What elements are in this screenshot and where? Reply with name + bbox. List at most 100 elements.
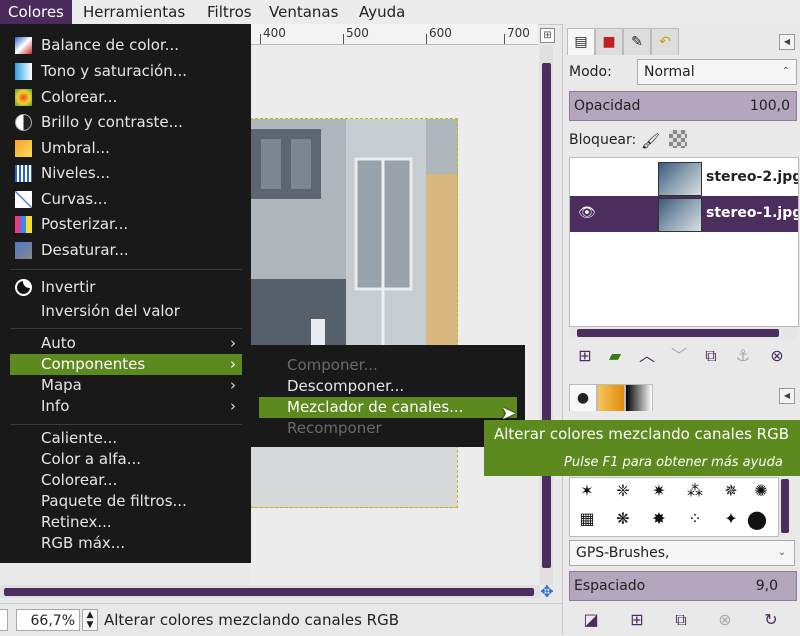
- layer-row[interactable]: stereo-2.jpg: [570, 160, 798, 196]
- raise-layer-icon[interactable]: ︿: [635, 344, 659, 368]
- menu-separator: [10, 269, 242, 270]
- mouse-pointer-icon: ➤: [501, 403, 517, 424]
- submenu-item-compose[interactable]: Componer...: [259, 355, 517, 376]
- menu-filtros[interactable]: Filtros: [199, 0, 260, 24]
- lock-alpha-icon[interactable]: [669, 130, 687, 148]
- horizontal-ruler: 400 500 600 700: [250, 24, 538, 45]
- layers-dock: ▤ ■ ✎ ↶ ◀ Modo: Normal ⌃⌄ Opacidad 100,0…: [562, 24, 800, 635]
- menu-colores[interactable]: Colores: [0, 0, 72, 24]
- new-brush-icon[interactable]: ⊞: [625, 608, 649, 632]
- menu-item-color-to-alpha[interactable]: Color a alfa...: [10, 449, 242, 470]
- lock-pixels-icon[interactable]: 🖌: [641, 132, 660, 150]
- menu-item-desaturate[interactable]: Desaturar...: [10, 240, 242, 261]
- menu-item-info[interactable]: Info ›: [10, 396, 242, 417]
- move-icon[interactable]: ✥: [539, 584, 555, 600]
- brush-item-selected[interactable]: ●: [742, 506, 772, 532]
- duplicate-layer-icon[interactable]: ⧉: [699, 344, 723, 368]
- edit-brush-icon[interactable]: ◪: [579, 608, 603, 632]
- mode-select[interactable]: Normal ⌃⌄: [637, 59, 797, 101]
- lower-layer-icon[interactable]: ﹀: [667, 344, 691, 368]
- menu-item-componentes[interactable]: Componentes ›: [10, 354, 242, 375]
- scroll-thumb[interactable]: [542, 63, 551, 568]
- new-layer-group-icon[interactable]: ▰: [603, 344, 627, 368]
- submenu-item-recompose[interactable]: Recomponer: [259, 418, 517, 439]
- brushes-grid[interactable]: ✶ ❈ ✷ ⁂ ✵ ✺ ▦ ❋ ✸ ⁘ ✦ ●: [569, 477, 779, 537]
- scroll-thumb[interactable]: [577, 329, 779, 337]
- brush-item[interactable]: ⁘: [680, 506, 710, 532]
- opacity-slider[interactable]: Opacidad 100,0: [569, 91, 797, 121]
- navigate-icon[interactable]: ⊞: [540, 28, 555, 43]
- image-canvas[interactable]: [250, 118, 458, 508]
- menu-item-curves[interactable]: Curvas...: [10, 189, 242, 210]
- new-layer-icon[interactable]: ⊞: [573, 344, 597, 368]
- refresh-brushes-icon[interactable]: ↻: [759, 608, 783, 632]
- brush-item[interactable]: ❋: [608, 506, 638, 532]
- submenu-item-decompose[interactable]: Descomponer...: [259, 376, 517, 397]
- anchor-layer-icon[interactable]: ⚓: [731, 344, 755, 368]
- colorize-icon: [15, 89, 32, 106]
- menu-item-posterize[interactable]: Posterizar...: [10, 214, 242, 235]
- menu-item-invert[interactable]: Invertir: [10, 277, 242, 298]
- zoom-dropdown-icon[interactable]: ▲ ▼: [82, 609, 98, 631]
- delete-layer-icon[interactable]: ⊗: [765, 344, 789, 368]
- curves-icon: [15, 191, 32, 208]
- menu-herramientas[interactable]: Herramientas: [75, 0, 193, 24]
- dock-menu-icon[interactable]: ◀: [779, 34, 795, 50]
- menu-item-hue-saturation[interactable]: Tono y saturación...: [10, 61, 242, 82]
- menu-item-value-invert[interactable]: Inversión del valor: [10, 301, 242, 322]
- menu-item-colorize[interactable]: Colorear...: [10, 87, 242, 108]
- menu-item-filter-pack[interactable]: Paquete de filtros...: [10, 491, 242, 512]
- brushes-scrollbar[interactable]: [779, 477, 791, 535]
- delete-brush-icon[interactable]: ⊗: [713, 608, 737, 632]
- ruler-tick: [260, 34, 261, 44]
- menu-item-color-balance[interactable]: Balance de color...: [10, 35, 242, 56]
- layer-name[interactable]: stereo-1.jpg: [706, 205, 798, 221]
- brush-item[interactable]: ✸: [644, 506, 674, 532]
- scroll-thumb[interactable]: [4, 588, 534, 596]
- brush-item[interactable]: ❈: [608, 478, 638, 504]
- menu-item-caliente[interactable]: Caliente...: [10, 428, 242, 449]
- brushes-tab-icon[interactable]: ●: [569, 384, 597, 411]
- layer-name[interactable]: stereo-2.jpg: [706, 169, 798, 185]
- menu-item-mapa[interactable]: Mapa ›: [10, 375, 242, 396]
- menu-item-max-rgb[interactable]: RGB máx...: [10, 533, 242, 554]
- spacing-slider[interactable]: Espaciado 9,0: [569, 571, 797, 601]
- submenu-item-channel-mixer[interactable]: Mezclador de canales...: [259, 397, 517, 418]
- brush-item[interactable]: ✷: [644, 478, 674, 504]
- menu-item-levels[interactable]: Niveles...: [10, 163, 242, 184]
- unit-box[interactable]: [0, 609, 8, 631]
- brush-item[interactable]: ✺: [746, 478, 776, 504]
- menu-ventanas[interactable]: Ventanas: [261, 0, 346, 24]
- brush-set-select[interactable]: GPS-Brushes, ⌄: [569, 540, 795, 566]
- brush-item[interactable]: ✵: [716, 478, 746, 504]
- brush-item[interactable]: ✶: [572, 478, 602, 504]
- eye-icon[interactable]: 👁: [578, 205, 596, 221]
- menu-item-colorear[interactable]: Colorear...: [10, 470, 242, 491]
- menu-item-auto[interactable]: Auto ›: [10, 333, 242, 354]
- dock-menu-icon[interactable]: ◀: [779, 388, 795, 404]
- hue-saturation-icon: [15, 63, 32, 80]
- zoom-input[interactable]: 66,7%: [16, 609, 80, 631]
- vertical-scrollbar[interactable]: [540, 45, 553, 585]
- menu-item-threshold[interactable]: Umbral...: [10, 138, 242, 159]
- scroll-thumb[interactable]: [781, 479, 789, 533]
- layers-scrollbar[interactable]: [569, 327, 797, 339]
- levels-icon: [15, 165, 32, 182]
- layer-row-selected[interactable]: 👁 stereo-1.jpg: [570, 196, 798, 232]
- opacity-value: 100,0: [749, 98, 790, 114]
- duplicate-brush-icon[interactable]: ⧉: [669, 608, 693, 632]
- lock-label: Bloquear:: [569, 132, 637, 148]
- gradients-tab-icon[interactable]: [625, 384, 653, 411]
- menu-ayuda[interactable]: Ayuda: [351, 0, 413, 24]
- undo-history-tab-icon[interactable]: ↶: [651, 28, 679, 55]
- layers-tab-icon[interactable]: ▤: [567, 28, 595, 55]
- brush-item[interactable]: ⁂: [680, 478, 710, 504]
- menu-item-retinex[interactable]: Retinex...: [10, 512, 242, 533]
- paths-tab-icon[interactable]: ✎: [623, 28, 651, 55]
- menu-item-brightness-contrast[interactable]: Brillo y contraste...: [10, 112, 242, 133]
- tooltip-text: Alterar colores mezclando canales RGB: [494, 425, 789, 443]
- horizontal-scrollbar[interactable]: [0, 585, 540, 598]
- patterns-tab-icon[interactable]: [597, 384, 625, 411]
- brush-item[interactable]: ▦: [572, 506, 602, 532]
- channels-tab-icon[interactable]: ■: [595, 28, 623, 55]
